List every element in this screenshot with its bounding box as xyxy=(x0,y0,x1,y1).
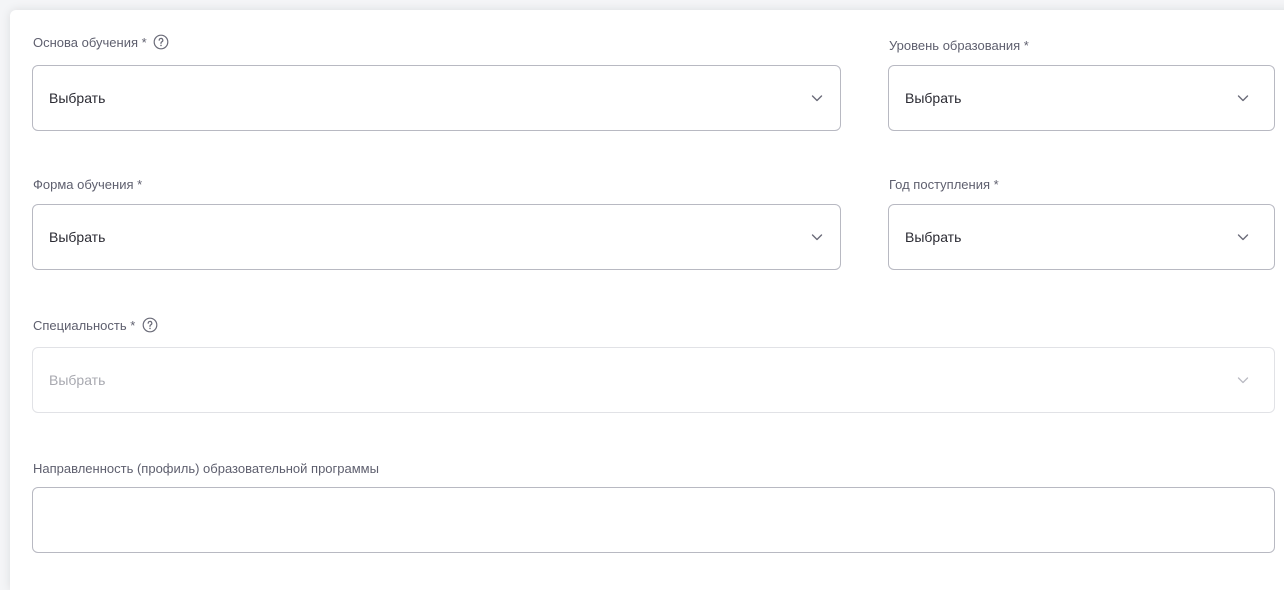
chevron-down-icon xyxy=(1237,234,1249,241)
form-type-select-value: Выбрать xyxy=(49,229,106,245)
chevron-down-icon xyxy=(811,95,823,102)
level-select-value: Выбрать xyxy=(905,90,962,106)
basis-select[interactable]: Выбрать xyxy=(32,65,841,131)
profile-label: Направленность (профиль) образовательной… xyxy=(33,461,379,476)
level-select[interactable]: Выбрать xyxy=(888,65,1275,131)
form-type-label: Форма обучения * xyxy=(33,177,143,192)
year-select-value: Выбрать xyxy=(905,229,962,245)
help-circle-icon[interactable] xyxy=(153,34,169,50)
chevron-down-icon xyxy=(1237,377,1249,384)
specialty-label: Специальность * xyxy=(33,317,158,334)
specialty-select-value: Выбрать xyxy=(49,372,106,388)
year-select[interactable]: Выбрать xyxy=(888,204,1275,270)
help-circle-icon[interactable] xyxy=(142,317,158,333)
chevron-down-icon xyxy=(811,234,823,241)
chevron-down-icon xyxy=(1237,95,1249,102)
profile-input[interactable] xyxy=(32,487,1275,553)
basis-select-value: Выбрать xyxy=(49,90,106,106)
specialty-select[interactable]: Выбрать xyxy=(32,347,1275,413)
form-type-select[interactable]: Выбрать xyxy=(32,204,841,270)
basis-label: Основа обучения * xyxy=(33,34,169,51)
year-label: Год поступления * xyxy=(889,177,999,192)
level-label: Уровень образования * xyxy=(889,38,1029,53)
